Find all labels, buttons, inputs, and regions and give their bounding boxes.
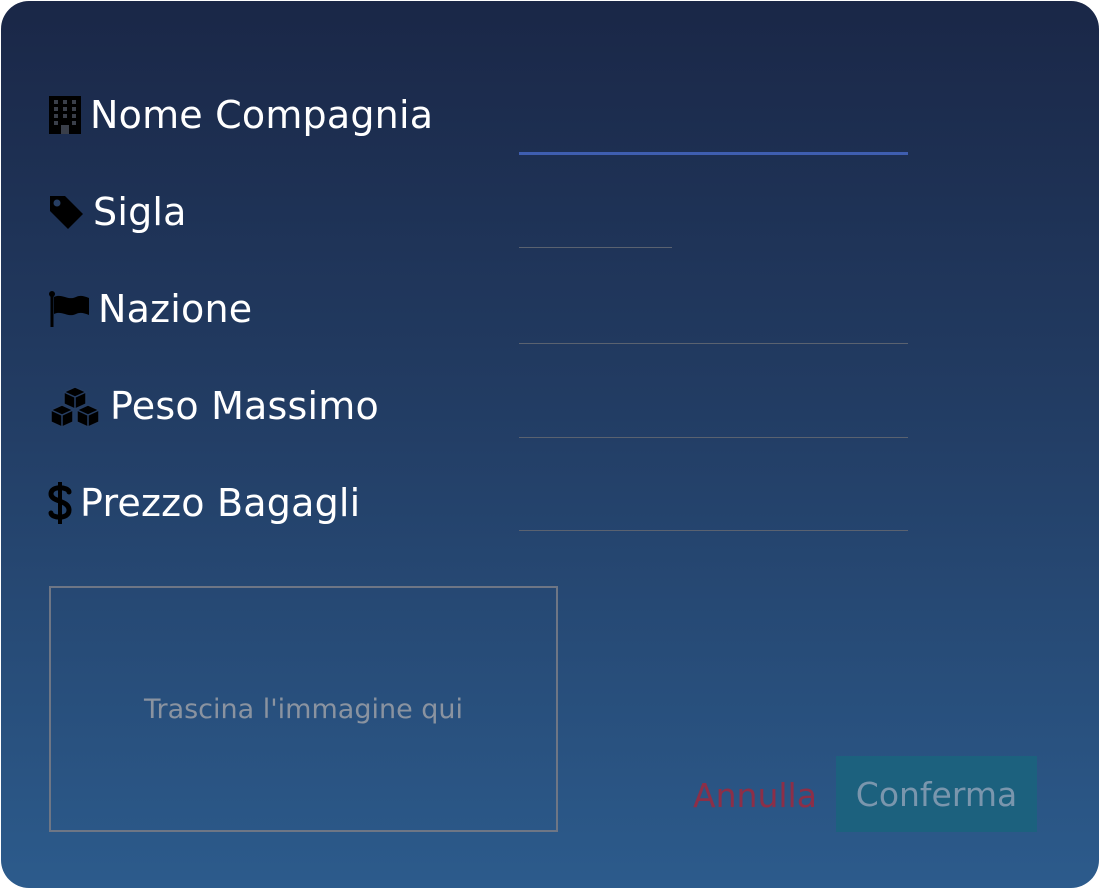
dropzone-hint: Trascina l'immagine qui: [143, 693, 464, 725]
baggage-price-input[interactable]: [519, 491, 908, 531]
image-dropzone[interactable]: Trascina l'immagine qui: [49, 586, 558, 832]
country-label: Nazione: [98, 287, 253, 331]
flag-icon: [48, 290, 90, 328]
field-row-code: Sigla: [48, 182, 187, 242]
field-row-company-name: Nome Compagnia: [48, 85, 433, 145]
airline-dialog: Nome Compagnia Sigla Nazione Peso Massim…: [1, 1, 1099, 888]
country-input[interactable]: [519, 304, 908, 344]
dollar-icon: [48, 481, 72, 525]
field-row-country: Nazione: [48, 279, 252, 339]
tag-icon: [48, 194, 85, 231]
code-input[interactable]: [519, 208, 672, 248]
max-weight-label: Peso Massimo: [110, 384, 379, 428]
confirm-button[interactable]: Conferma: [836, 756, 1037, 832]
company-name-input[interactable]: [519, 115, 908, 155]
baggage-price-label: Prezzo Bagagli: [80, 481, 361, 525]
cubes-icon: [48, 385, 102, 427]
max-weight-input[interactable]: [519, 398, 908, 438]
building-icon: [48, 95, 82, 135]
company-name-label: Nome Compagnia: [90, 93, 434, 137]
cancel-button[interactable]: Annulla: [691, 761, 819, 829]
code-label: Sigla: [93, 190, 187, 234]
field-row-max-weight: Peso Massimo: [48, 376, 379, 436]
field-row-baggage-price: Prezzo Bagagli: [48, 473, 360, 533]
